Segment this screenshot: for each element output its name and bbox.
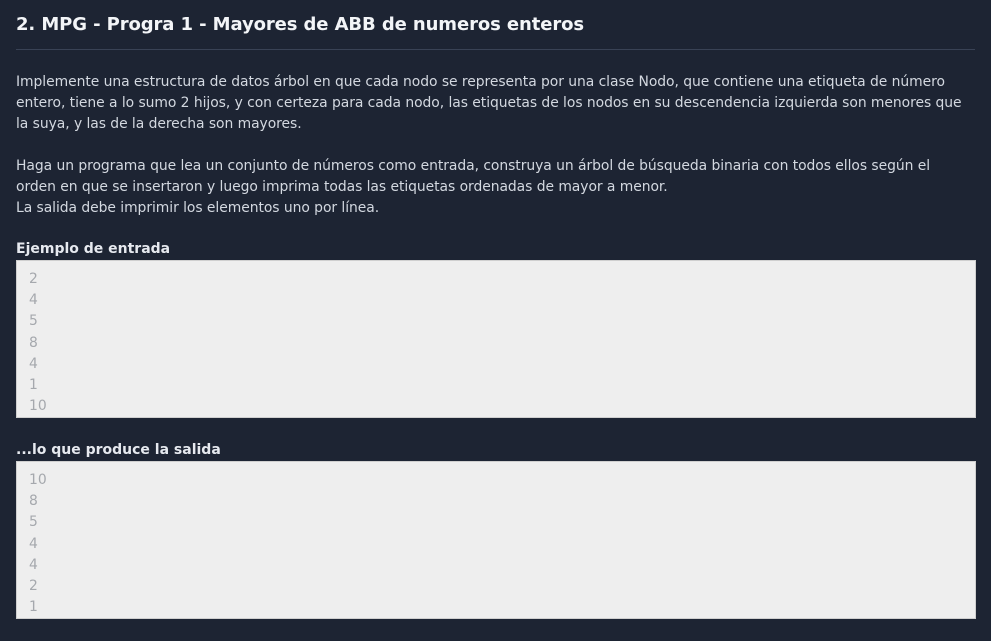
example-output-line: 8 — [29, 493, 38, 510]
example-output-line: 5 — [29, 514, 38, 531]
example-input-box: 2 4 5 8 4 1 10 — [16, 260, 976, 418]
example-input-line: 4 — [29, 292, 38, 309]
title-divider — [16, 49, 975, 50]
problem-page: 2. MPG - Progra 1 - Mayores de ABB de nu… — [0, 0, 991, 641]
example-input-line: 4 — [29, 355, 38, 372]
example-input-line: 5 — [29, 313, 38, 330]
problem-title: 2. MPG - Progra 1 - Mayores de ABB de nu… — [16, 14, 584, 35]
description-paragraph-1: Implemente una estructura de datos árbol… — [16, 74, 962, 133]
example-output-box: 10 8 5 4 4 2 1 — [16, 461, 976, 619]
problem-description: Implemente una estructura de datos árbol… — [16, 72, 975, 219]
example-input-line: 8 — [29, 334, 38, 351]
example-output-line: 4 — [29, 535, 38, 552]
example-input-line: 2 — [29, 271, 38, 287]
example-output-line: 4 — [29, 556, 38, 573]
example-output-line: 1 — [29, 599, 38, 616]
example-input-line: 1 — [29, 376, 38, 393]
example-input-line: 10 — [29, 398, 47, 415]
example-output-line: 2 — [29, 577, 38, 594]
description-paragraph-2: Haga un programa que lea un conjunto de … — [16, 157, 931, 217]
example-output-label: ...lo que produce la salida — [16, 442, 221, 458]
example-output-line: 10 — [29, 472, 47, 488]
example-input-label: Ejemplo de entrada — [16, 241, 171, 257]
